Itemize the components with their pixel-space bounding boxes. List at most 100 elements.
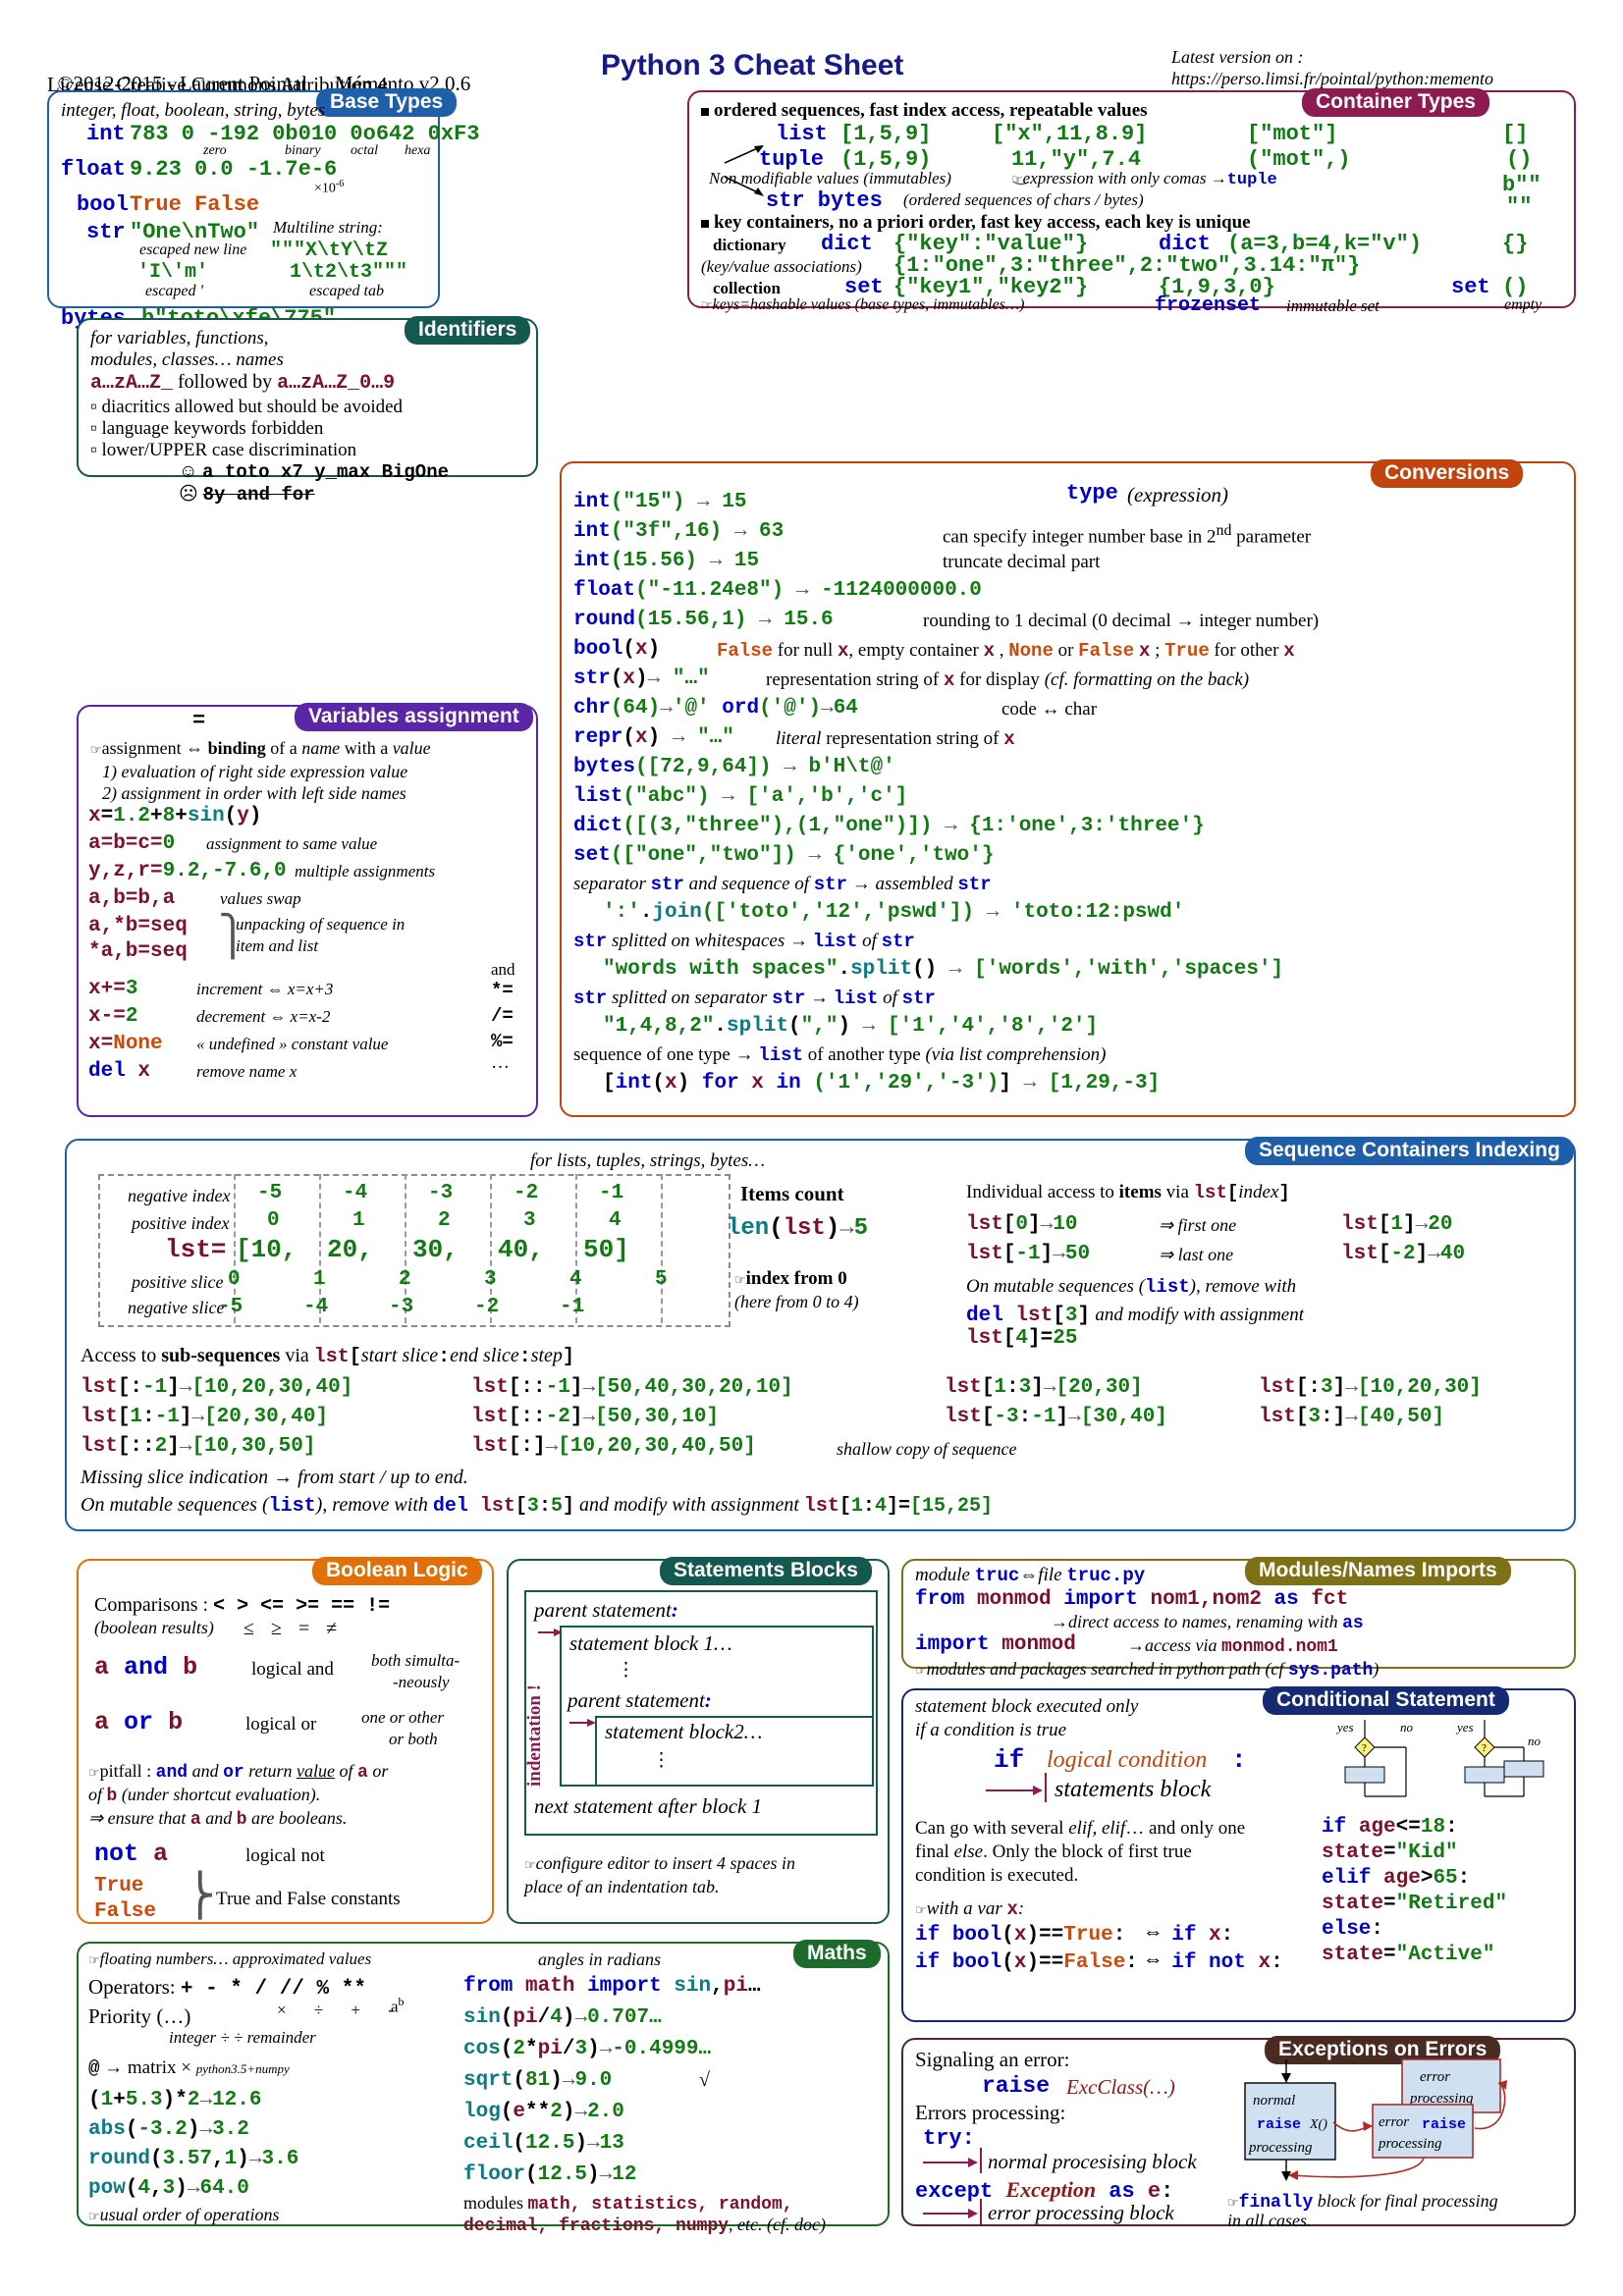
ind-row-1-mid: ⇒ last one	[1159, 1245, 1234, 1264]
conditional-code-0: if age<=18:	[1322, 1816, 1458, 1839]
identifiers-bullet-1: ▫ diacritics allowed but should be avoid…	[90, 397, 404, 417]
parent-statement-1: parent statement:	[534, 1598, 678, 1622]
tuple-empty: ()	[1506, 147, 1533, 172]
maths-m5: ceil(12.5)→13	[463, 2132, 624, 2155]
indexing-title: Sequence Containers Indexing	[1245, 1137, 1574, 1166]
conv-row-8-code: repr(x) → "…"	[573, 726, 734, 749]
hand-icon-2: ☞	[1011, 173, 1023, 187]
dict-keyword: dict	[821, 232, 873, 256]
split-ws-code: "words with spaces".split() → ['words','…	[603, 958, 1284, 981]
frozenset-note: immutable set	[1286, 296, 1380, 315]
modules-import-line-1: from monmod import nom1,nom2 as fct	[915, 1588, 1349, 1611]
ind-row-0-right: lst[1]→20	[1341, 1213, 1453, 1236]
hand-icon-7: ☞	[524, 1858, 536, 1873]
maths-matrix: @ → matrix × python3.5+numpy	[88, 2057, 290, 2079]
smiley-good-icon: ☺	[179, 461, 198, 482]
bool-values: True False	[130, 192, 260, 217]
neg-slice-4: -1	[560, 1296, 585, 1318]
svg-text:error: error	[1420, 2069, 1450, 2085]
maths-m4: log(e**2)→2.0	[463, 2101, 624, 2123]
identifiers-line2: modules, classes… names	[90, 349, 284, 370]
assign-example-2: a=b=c=0	[88, 832, 176, 855]
svg-text:raise: raise	[1257, 2116, 1301, 2133]
slice-0-1: lst[::-1]→[50,40,30,20,10]	[471, 1376, 793, 1399]
modules-note-1: →direct access to names, renaming with a…	[1051, 1612, 1364, 1633]
svg-text:no: no	[1400, 1720, 1414, 1735]
finally-note-2: in all cases.	[1227, 2211, 1312, 2230]
keyvalue-label: (key/value associations)	[701, 257, 862, 276]
escaped-quote-label: escaped '	[145, 283, 203, 299]
frozenset-keyword: frozenset	[1155, 294, 1262, 317]
identifiers-bullet-2: ▫ language keywords forbidden	[90, 418, 324, 439]
maths-priority: Priority (…)	[88, 2004, 191, 2028]
multiline-label: Multiline string:	[273, 218, 383, 237]
pos-index-2: 2	[438, 1209, 451, 1232]
collection-label: collection	[713, 279, 781, 297]
maths-example-4: pow(4,3)→64.0	[88, 2177, 249, 2200]
conditional-code-2: elif age>65:	[1322, 1867, 1471, 1890]
conditional-diagram: yes no yes ? ? no	[1335, 1720, 1544, 1797]
empty-label: empty	[1504, 296, 1542, 313]
assign-note-3: multiple assignments	[295, 862, 436, 881]
assign-example-3: y,z,r=9.2,-7.6,0	[88, 860, 287, 882]
mutable-note-3: On mutable sequences (list), remove with…	[81, 1494, 993, 1518]
maths-priority-pow: ab	[391, 1995, 405, 2016]
pos-slice-5: 5	[655, 1268, 668, 1291]
memento-url[interactable]: https://perso.limsi.fr/pointal/python:me…	[1171, 69, 1493, 89]
octal-label: octal	[351, 143, 378, 158]
ordered-sequences-line: ordered sequences, fast index access, re…	[701, 100, 1148, 122]
pos-slice-0: 0	[228, 1268, 241, 1291]
pos-slice-4: 4	[569, 1268, 582, 1291]
svg-text:error: error	[1379, 2114, 1409, 2130]
hand-icon-12: ☞	[1227, 2196, 1239, 2211]
if-keyword: if	[994, 1745, 1025, 1775]
conv-row-11-code: dict([(3,"three"),(1,"one")]) → {1:'one'…	[573, 815, 1205, 837]
assign-note-10: remove name x	[196, 1062, 298, 1081]
negative-slice-label: negative slice	[128, 1298, 225, 1317]
power-label: ×10-6	[314, 179, 345, 196]
conv-row-1-note: can specify integer number base in 2nd p…	[943, 522, 1312, 548]
strbytes-empty-s: ""	[1506, 194, 1533, 219]
multiline-line1: """X\tY\tZ	[270, 240, 389, 262]
conv-row-12-code: set(["one","two"]) → {'one','two'}	[573, 844, 995, 867]
svg-text:yes: yes	[1335, 1720, 1354, 1735]
hand-icon-6: ☞	[88, 1766, 100, 1781]
hand-icon-10: ☞	[88, 1953, 100, 1968]
pitfall-1: ☞pitfall : and and or return value of a …	[88, 1761, 389, 1783]
modules-head: module truc⇔file truc.py	[915, 1565, 1146, 1586]
statements-blocks-title: Statements Blocks	[660, 1557, 872, 1586]
block-dots-2: ⋮	[652, 1750, 671, 1771]
conditional-code-5: state="Active"	[1322, 1944, 1495, 1966]
conv-row-7-note: code ↔ char	[1001, 699, 1098, 720]
type-expression-label: (expression)	[1127, 483, 1229, 507]
hexa-label: hexa	[405, 143, 431, 158]
identifiers-good: ☺ a toto x7 y_max BigOne	[179, 461, 449, 483]
multiline-line2: 1\t2\t3"""	[290, 261, 408, 284]
ops-div-eq: /=	[491, 1005, 514, 1027]
pos-slice-2: 2	[399, 1268, 411, 1291]
maths-usual-note: ☞usual order of operations	[88, 2205, 280, 2224]
binding-note: ☞assignment ⇔ binding of a name with a v…	[90, 738, 431, 758]
svg-text:X(): X()	[1309, 2117, 1327, 2132]
conv-row-5-note: False for null x, empty container x , No…	[717, 640, 1295, 662]
list-empty: []	[1502, 122, 1529, 146]
neg-index-0: -5	[257, 1182, 283, 1204]
maths-m3: sqrt(81)→9.0	[463, 2069, 613, 2092]
ops-and-label: and	[491, 960, 515, 979]
error-processing-block: error processing block	[988, 2201, 1174, 2224]
pitfall-3: ⇒ ensure that a and b are booleans.	[88, 1808, 348, 1830]
conv-row-9-code: bytes([72,9,64]) → b'H\t@'	[573, 756, 895, 778]
conv-row-2-code: int(15.56) → 15	[573, 550, 760, 572]
slice-0-2: lst[1:3]→[20,30]	[945, 1376, 1143, 1399]
or-label: logical or	[245, 1714, 317, 1735]
slice-1-2: lst[-3:-1]→[30,40]	[945, 1406, 1167, 1428]
slice-1-1: lst[::-2]→[50,30,10]	[471, 1406, 720, 1428]
comparisons-alt: ≤ ≥ = ≠	[243, 1618, 344, 1639]
positive-slice-label: positive slice	[132, 1272, 224, 1292]
assign-note-5a: unpacking of sequence in	[236, 915, 406, 934]
raise-keyword: raise	[982, 2073, 1051, 2099]
assign-example-6: *a,b=seq	[88, 940, 188, 963]
signal-error-label: Signaling an error:	[915, 2048, 1070, 2071]
slice-1-3: lst[3:]→[40,50]	[1259, 1406, 1445, 1428]
identifiers-bad: ☹ 8y and for	[179, 484, 315, 506]
